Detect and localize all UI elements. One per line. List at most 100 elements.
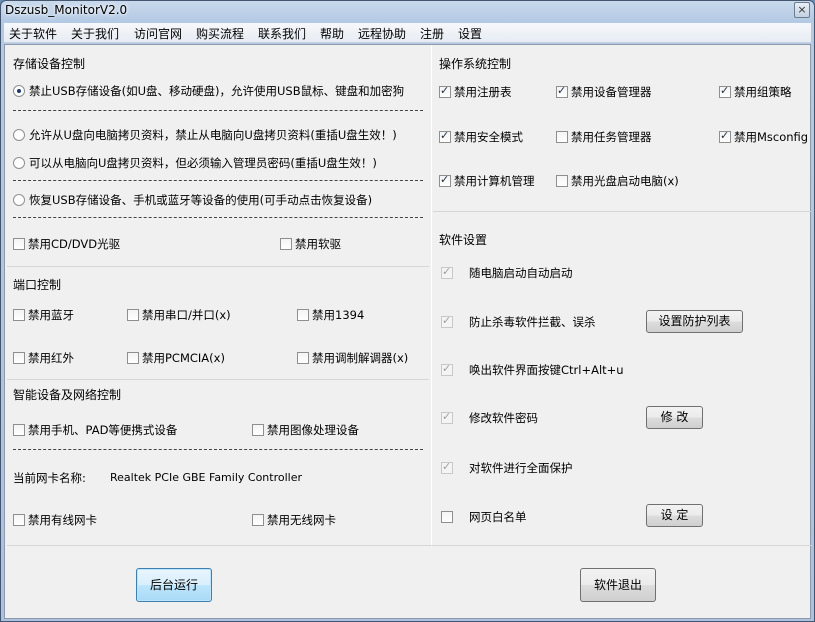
checkbox-label: 禁用安全模式 [454,130,523,144]
checkbox-phone-pad[interactable]: 禁用手机、PAD等便携式设备 [13,422,177,438]
checkbox-label: 禁用任务管理器 [571,130,652,144]
menu-contact[interactable]: 联系我们 [258,25,306,42]
group-separator [7,266,429,267]
checkbox-cd-boot[interactable]: 禁用光盘启动电脑(x) [556,173,679,189]
radio-readonly-copy[interactable]: 允许从U盘向电脑拷贝资料，禁止从电脑向U盘拷贝资料(重插U盘生效！) [13,127,397,143]
checkbox-safe-mode[interactable]: 禁用安全模式 [439,129,523,145]
checkbox[interactable] [13,309,25,321]
checkbox-web-whitelist[interactable]: 网页白名单 [441,509,527,525]
checkbox[interactable] [719,129,731,143]
set-whitelist-button[interactable]: 设 定 [646,504,703,527]
checkbox-label: 禁用计算机管理 [454,174,535,188]
footer-separator [7,545,812,546]
run-in-background-button[interactable]: 后台运行 [136,568,212,602]
port-group-title: 端口控制 [13,278,62,292]
checkbox[interactable] [280,238,292,250]
checkbox[interactable] [252,514,264,526]
checkbox[interactable] [13,238,25,250]
checkbox[interactable] [441,362,453,376]
checkbox[interactable] [127,352,139,364]
checkbox[interactable] [441,265,453,279]
menu-register[interactable]: 注册 [420,25,444,42]
checkbox[interactable] [252,424,264,436]
exit-software-button[interactable]: 软件退出 [580,568,656,602]
checkbox-password[interactable]: 修改软件密码 [441,410,538,426]
radio-button[interactable] [13,157,25,169]
app-window: Dszusb_MonitorV2.0 × 关于软件 关于我们 访问官网 购买流程… [0,0,815,622]
checkbox-label: 禁用设备管理器 [571,85,652,99]
checkbox-infrared[interactable]: 禁用红外 [13,350,74,366]
radio-button[interactable] [13,85,25,97]
radio-label: 恢复USB存储设备、手机或蓝牙等设备的使用(可手动点击恢复设备) [29,193,373,207]
checkbox-wired-nic[interactable]: 禁用有线网卡 [13,512,97,528]
checkbox[interactable] [127,309,139,321]
checkbox[interactable] [441,511,453,523]
checkbox-label: 禁用软驱 [295,237,341,251]
checkbox[interactable] [441,410,453,424]
column-divider [431,45,432,547]
menu-about-software[interactable]: 关于软件 [9,25,57,42]
checkbox-hotkey[interactable]: 唤出软件界面按键Ctrl+Alt+u [441,362,624,378]
checkbox-floppy[interactable]: 禁用软驱 [280,236,341,252]
checkbox-label: 禁用有线网卡 [28,513,97,527]
checkbox-pcmcia[interactable]: 禁用PCMCIA(x) [127,350,225,366]
menu-remote[interactable]: 远程协助 [358,25,406,42]
checkbox[interactable] [556,131,568,143]
radio-block-usb[interactable]: 禁止USB存储设备(如U盘、移动硬盘)，允许使用USB鼠标、键盘和加密狗 [13,83,404,99]
menu-website[interactable]: 访问官网 [134,25,182,42]
menu-purchase[interactable]: 购买流程 [196,25,244,42]
checkbox-imaging[interactable]: 禁用图像处理设备 [252,422,359,438]
checkbox-device-manager[interactable]: 禁用设备管理器 [556,84,652,100]
checkbox-bluetooth[interactable]: 禁用蓝牙 [13,307,74,323]
checkbox-label: 禁用注册表 [454,85,512,99]
close-button[interactable]: × [794,2,810,18]
radio-button[interactable] [13,194,25,206]
checkbox[interactable] [441,314,453,328]
set-protection-list-button[interactable]: 设置防护列表 [646,310,743,333]
checkbox-modem[interactable]: 禁用调制解调器(x) [297,350,408,366]
checkbox[interactable] [439,173,451,187]
checkbox[interactable] [439,84,451,98]
checkbox-antivirus[interactable]: 防止杀毒软件拦截、误杀 [441,314,596,330]
checkbox-group-policy[interactable]: 禁用组策略 [719,84,792,100]
checkbox-label: 禁用PCMCIA(x) [142,351,225,365]
radio-password-copy[interactable]: 可以从电脑向U盘拷贝资料，但必须输入管理员密码(重插U盘生效！) [13,155,377,171]
checkbox[interactable] [13,352,25,364]
checkbox[interactable] [297,352,309,364]
checkbox-label: 网页白名单 [469,510,527,524]
checkbox-label: 防止杀毒软件拦截、误杀 [469,315,596,329]
title-bar: Dszusb_MonitorV2.0 × [1,1,814,23]
checkbox[interactable] [13,514,25,526]
checkbox-wireless-nic[interactable]: 禁用无线网卡 [252,512,336,528]
checkbox-registry[interactable]: 禁用注册表 [439,84,512,100]
menu-about-us[interactable]: 关于我们 [71,25,119,42]
checkbox-task-manager[interactable]: 禁用任务管理器 [556,129,652,145]
nic-label: 当前网卡名称: [13,471,86,485]
checkbox[interactable] [441,460,453,474]
checkbox[interactable] [556,175,568,187]
checkbox-label: 禁用手机、PAD等便携式设备 [28,423,178,437]
checkbox-autostart[interactable]: 随电脑启动自动启动 [441,265,573,281]
storage-group-title: 存储设备控制 [13,57,86,71]
checkbox-cd-dvd[interactable]: 禁用CD/DVD光驱 [13,236,120,252]
checkbox[interactable] [13,424,25,436]
checkbox-full-protection[interactable]: 对软件进行全面保护 [441,460,573,476]
checkbox-label: 禁用调制解调器(x) [312,351,409,365]
radio-restore-devices[interactable]: 恢复USB存储设备、手机或蓝牙等设备的使用(可手动点击恢复设备) [13,192,372,208]
checkbox-msconfig[interactable]: 禁用Msconfig [719,129,808,145]
modify-password-button[interactable]: 修 改 [646,406,703,429]
checkbox-1394[interactable]: 禁用1394 [297,307,364,323]
menu-help[interactable]: 帮助 [320,25,344,42]
group-separator [433,211,811,212]
group-separator [7,379,429,380]
radio-button[interactable] [13,129,25,141]
checkbox[interactable] [439,129,451,143]
checkbox-serial-parallel[interactable]: 禁用串口/并口(x) [127,307,231,323]
menu-settings[interactable]: 设置 [458,25,482,42]
checkbox[interactable] [297,309,309,321]
smart-group-title: 智能设备及网络控制 [13,388,122,402]
menu-bar: 关于软件 关于我们 访问官网 购买流程 联系我们 帮助 远程协助 注册 设置 [4,23,811,43]
checkbox[interactable] [719,84,731,98]
checkbox[interactable] [556,84,568,98]
checkbox-computer-management[interactable]: 禁用计算机管理 [439,173,535,189]
